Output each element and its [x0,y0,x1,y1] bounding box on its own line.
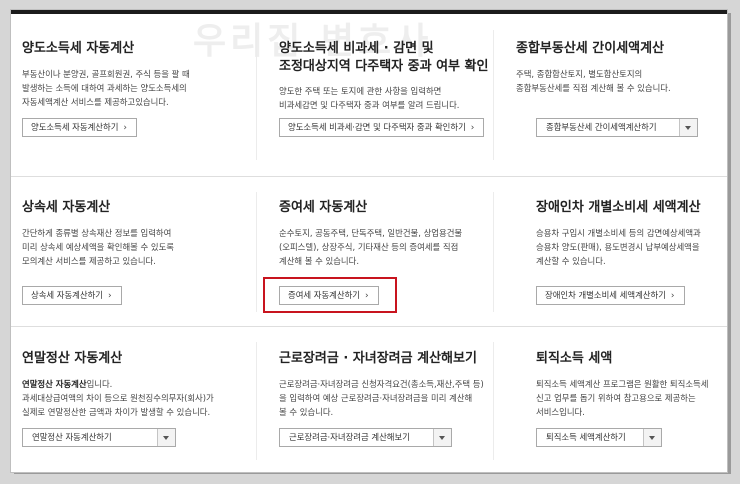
section-inheritance-tax: 상속세 자동계산 간단하게 종류별 상속재산 정보를 입력하여 미리 상속세 예… [22,199,174,268]
chevron-right-icon: › [123,123,128,133]
chevron-down-icon[interactable] [679,119,697,136]
chevron-right-icon: › [108,291,112,301]
section-capital-gains-tax: 양도소득세 자동계산 부동산이나 분양권, 골프회원권, 주식 등을 팔 때 발… [22,40,190,109]
section-description: 부동산이나 분양권, 골프회원권, 주식 등을 팔 때 발생하는 소득에 대하여… [22,69,190,107]
section-title: 양도소득세 자동계산 [22,41,135,56]
column-divider [256,342,257,460]
comprehensive-real-estate-tax-select[interactable]: 종합부동산세 간이세액계산하기 [536,118,698,137]
column-divider [493,30,494,160]
row-divider-2 [11,326,727,327]
column-divider [493,192,494,312]
section-description: 연말정산 자동계산입니다. 과세대상급여액의 차이 등으로 원천징수의무자(회사… [22,379,214,417]
chevron-down-icon[interactable] [433,429,451,446]
section-title: 퇴직소득 세액 [536,351,613,366]
chevron-down-icon[interactable] [157,429,175,446]
section-gift-tax: 증여세 자동계산 순수토지, 공동주택, 단독주택, 일반건물, 상업용건물 (… [279,199,462,268]
section-description: 양도한 주택 또는 토지에 관한 사항을 입력하면 비과세감면 및 다주택자 중… [279,86,460,110]
section-description: 순수토지, 공동주택, 단독주택, 일반건물, 상업용건물 (오피스텔), 상장… [279,228,463,266]
tax-calculator-panel: 우리집 변호사 양도소득세 자동계산 부동산이나 분양권, 골프회원권, 주식 … [10,9,728,473]
section-description: 근로장려금·자녀장려금 신청자격요건(총소득,재산,주택 등) 을 입력하여 예… [279,379,484,417]
row-divider-1 [11,176,727,177]
section-description: 주택, 종합합산토지, 별도합산토지의 종합부동산세를 직접 계산해 볼 수 있… [516,69,671,93]
section-title: 장애인차 개별소비세 세액계산 [536,200,701,215]
section-description: 간단하게 종류별 상속재산 정보를 입력하여 미리 상속세 예상세액을 확인해볼… [22,228,174,266]
section-comprehensive-real-estate-tax: 종합부동산세 간이세액계산 주택, 종합합산토지, 별도합산토지의 종합부동산세… [516,40,671,95]
section-description: 퇴직소득 세액계산 프로그램은 원활한 퇴직소득세 신고 업무를 돕기 위하여 … [536,379,709,417]
capital-gains-exemption-check-button[interactable]: 양도소득세 비과세·감면 및 다주택자 중과 확인하기 › [279,118,485,137]
section-title: 근로장려금 · 자녀장려금 계산해보기 [279,351,477,366]
earned-income-child-credit-select[interactable]: 근로장려금·자녀장려금 계산해보기 [279,428,452,447]
inheritance-tax-calc-button[interactable]: 상속세 자동계산하기 › [22,286,122,305]
disabled-vehicle-tax-calc-button[interactable]: 장애인차 개별소비세 세액계산하기 › [536,286,685,305]
section-title: 상속세 자동계산 [22,200,111,215]
chevron-right-icon: › [470,123,475,133]
highlight-box [263,277,397,313]
column-divider [493,342,494,460]
section-disabled-vehicle-tax: 장애인차 개별소비세 세액계산 승용차 구입시 개별소비세 등의 감면예상세액과… [536,199,701,268]
capital-gains-tax-calc-button[interactable]: 양도소득세 자동계산하기 › [22,118,138,137]
retirement-income-tax-select[interactable]: 퇴직소득 세액계산하기 [536,428,662,447]
section-retirement-income-tax: 퇴직소득 세액 퇴직소득 세액계산 프로그램은 원활한 퇴직소득세 신고 업무를… [536,350,708,419]
section-earned-income-child-credit: 근로장려금 · 자녀장려금 계산해보기 근로장려금·자녀장려금 신청자격요건(총… [279,350,484,419]
section-description: 승용차 구입시 개별소비세 등의 감면예상세액과 승용차 양도(판매), 용도변… [536,228,701,266]
year-end-tax-settlement-select[interactable]: 연말정산 자동계산하기 [22,428,176,447]
chevron-right-icon: › [670,291,675,301]
section-title: 양도소득세 비과세 · 감면 및 조정대상지역 다주택자 중과 여부 확인 [279,41,489,74]
section-year-end-tax-settlement: 연말정산 자동계산 연말정산 자동계산입니다. 과세대상급여액의 차이 등으로 … [22,350,214,419]
section-title: 종합부동산세 간이세액계산 [516,41,665,56]
section-capital-gains-exemption: 양도소득세 비과세 · 감면 및 조정대상지역 다주택자 중과 여부 확인 양도… [279,40,488,112]
column-divider [256,30,257,160]
column-divider [256,192,257,312]
chevron-down-icon[interactable] [643,429,661,446]
section-title: 증여세 자동계산 [279,200,368,215]
section-title: 연말정산 자동계산 [22,351,123,366]
